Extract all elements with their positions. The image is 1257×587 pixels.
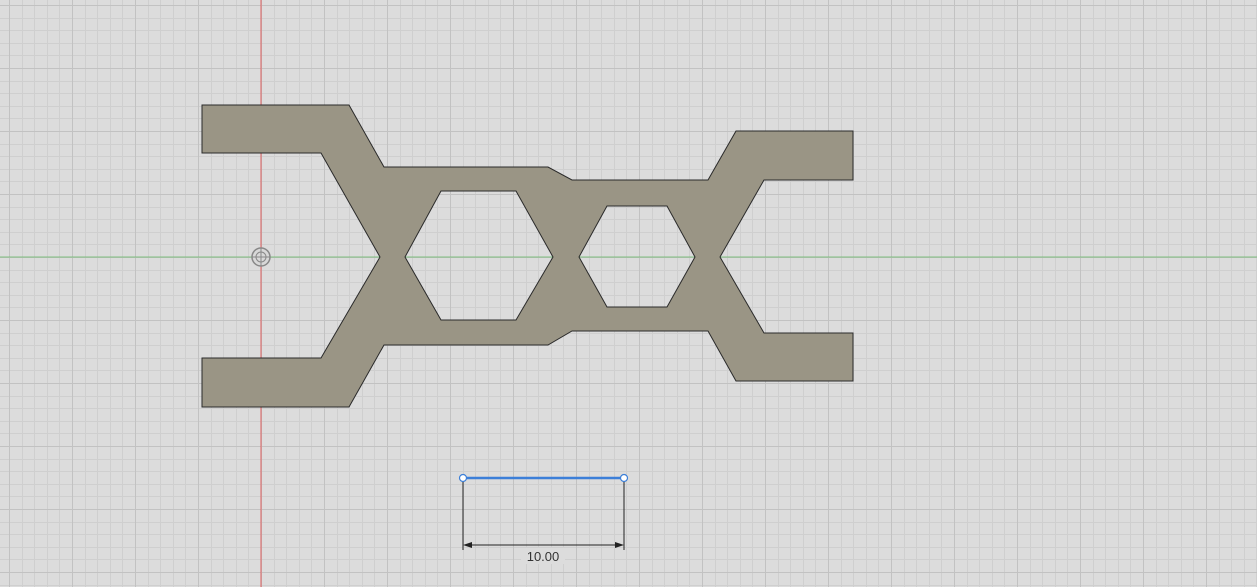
grid-minor-lines <box>0 0 1257 587</box>
dimension-value[interactable]: 10.00 <box>527 549 560 564</box>
origin-point-icon[interactable] <box>251 247 271 267</box>
grid-major-lines <box>0 0 1257 587</box>
line-endpoint-end[interactable] <box>619 473 629 483</box>
line-endpoint-start[interactable] <box>458 473 468 483</box>
design-canvas[interactable]: 10.00 <box>0 0 1257 587</box>
sketch-canvas-svg[interactable]: 10.00 <box>0 0 1257 587</box>
